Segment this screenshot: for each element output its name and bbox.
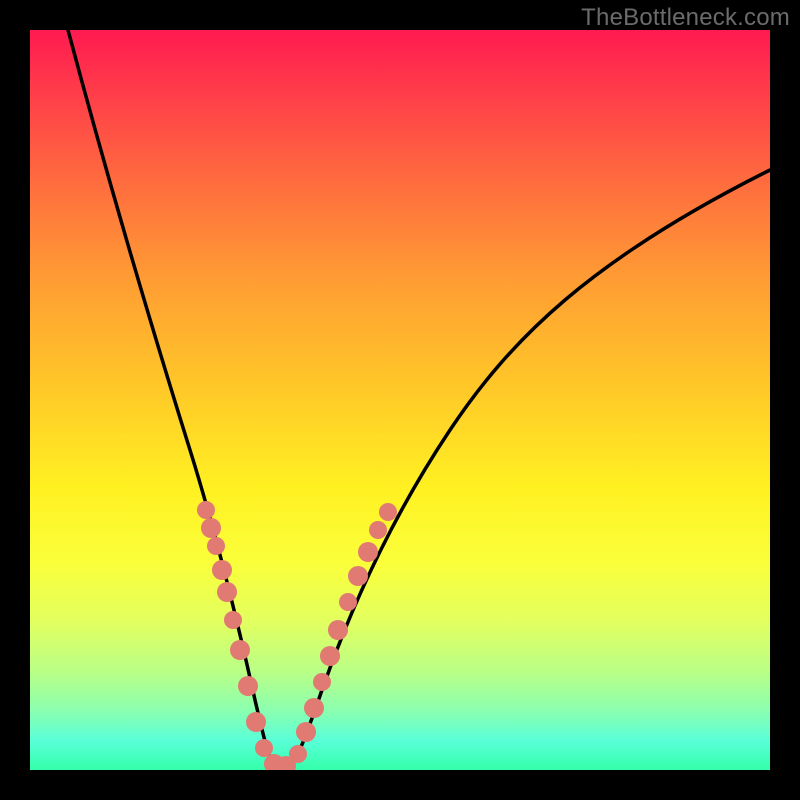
watermark-text: TheBottleneck.com [581,4,790,32]
plot-background-gradient [30,30,770,770]
chart-frame: TheBottleneck.com [0,0,800,800]
